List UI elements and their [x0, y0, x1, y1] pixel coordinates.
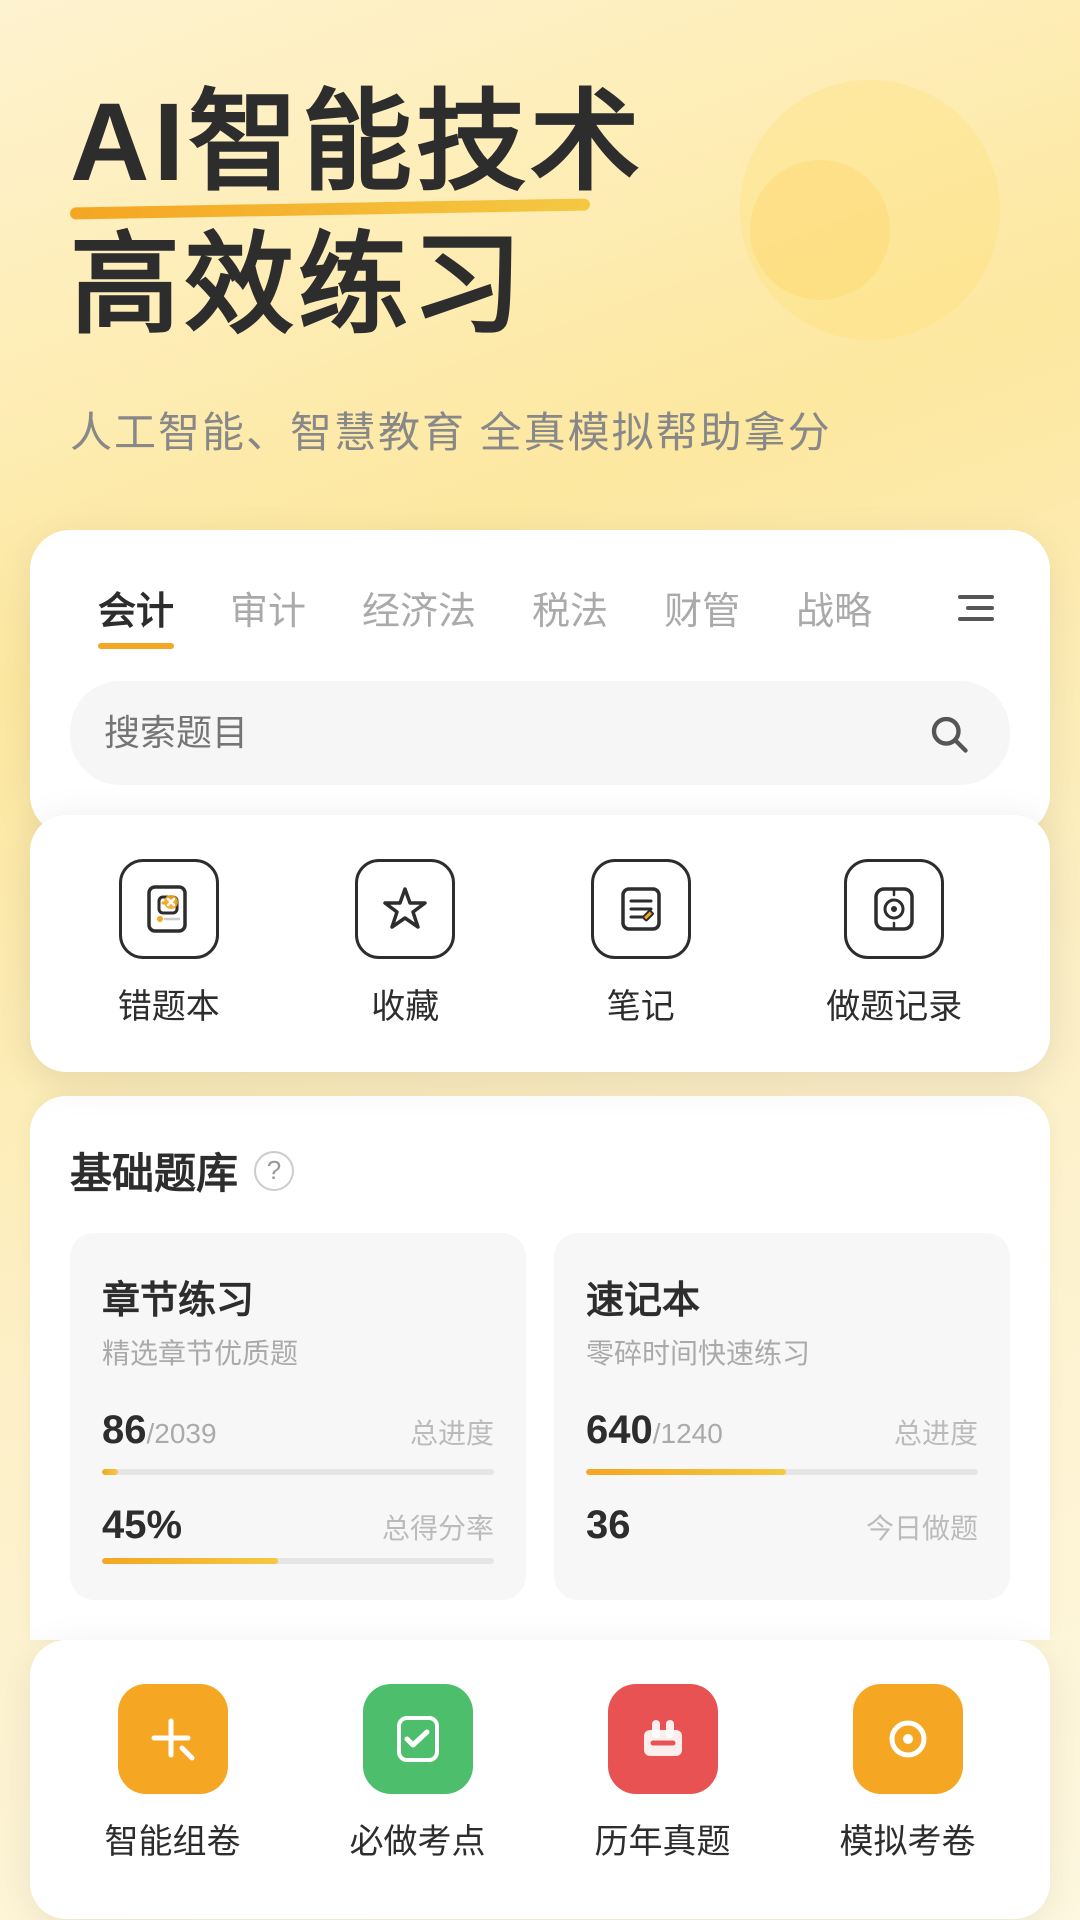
subject-tabs: 会计 审计 经济法 税法 财管 战略	[70, 570, 1010, 645]
hero-title-line2: 高效练习	[70, 223, 1010, 350]
chapter-pct-bar	[102, 1558, 494, 1564]
wrong-icon	[119, 859, 219, 959]
memo-progress-fill	[586, 1469, 786, 1475]
hero-title-line1: AI智能技术	[70, 80, 1010, 207]
chapter-progress-bar	[102, 1469, 494, 1475]
search-bar[interactable]	[70, 681, 1010, 785]
memo-progress-value: 640/1240	[586, 1408, 723, 1453]
action-wrong-book[interactable]: 错题本	[118, 859, 220, 1028]
chapter-title: 章节练习	[102, 1269, 494, 1324]
hero-subtitle: 人工智能、智慧教育 全真模拟帮助拿分	[70, 399, 1010, 460]
action-record[interactable]: 做题记录	[826, 859, 962, 1028]
qbank-section: 基础题库 ? 章节练习 精选章节优质题 86/2039 总进度 45% 总得分率	[30, 1096, 1050, 1640]
action-collect[interactable]: 收藏	[355, 859, 455, 1028]
bottom-actions: 智能组卷 必做考点 历年真题	[30, 1640, 1050, 1919]
hero-section: AI智能技术 高效练习 人工智能、智慧教育 全真模拟帮助拿分	[0, 0, 1080, 500]
action-notes[interactable]: 笔记	[591, 859, 691, 1028]
tab-zhanlue[interactable]: 战略	[768, 570, 900, 645]
must-do-icon	[363, 1684, 473, 1794]
tab-caiguan[interactable]: 财管	[636, 570, 768, 645]
memo-today-label: 今日做题	[866, 1507, 978, 1547]
section-title: 基础题库	[70, 1140, 238, 1201]
tab-shenji[interactable]: 审计	[202, 570, 334, 645]
search-input[interactable]	[104, 712, 904, 754]
tab-kuaiji[interactable]: 会计	[70, 570, 202, 645]
tab-shuifa[interactable]: 税法	[504, 570, 636, 645]
tab-jingjiifa[interactable]: 经济法	[334, 570, 504, 645]
action-must-do[interactable]: 必做考点	[350, 1684, 486, 1863]
action-mock[interactable]: 模拟考卷	[840, 1684, 976, 1863]
mock-label: 模拟考卷	[840, 1814, 976, 1863]
memo-today-row: 36 今日做题	[586, 1503, 978, 1548]
quick-actions-card: 错题本 收藏 笔记	[30, 815, 1050, 1072]
action-compose[interactable]: 智能组卷	[105, 1684, 241, 1863]
notes-label: 笔记	[607, 979, 675, 1028]
chapter-pct-label: 总得分率	[382, 1507, 494, 1547]
qbank-card-memo[interactable]: 速记本 零碎时间快速练习 640/1240 总进度 36 今日做题	[554, 1233, 1010, 1600]
chapter-progress-row: 86/2039 总进度	[102, 1408, 494, 1453]
compose-label: 智能组卷	[105, 1814, 241, 1863]
memo-progress-bar	[586, 1469, 978, 1475]
wrong-book-label: 错题本	[118, 979, 220, 1028]
compose-icon	[118, 1684, 228, 1794]
qbank-card-chapter[interactable]: 章节练习 精选章节优质题 86/2039 总进度 45% 总得分率	[70, 1233, 526, 1600]
memo-sub: 零碎时间快速练习	[586, 1332, 978, 1372]
chapter-progress-label: 总进度	[410, 1412, 494, 1452]
record-icon	[844, 859, 944, 959]
record-label: 做题记录	[826, 979, 962, 1028]
memo-title: 速记本	[586, 1269, 978, 1324]
section-header: 基础题库 ?	[70, 1140, 1010, 1201]
chapter-pct-row: 45% 总得分率	[102, 1503, 494, 1548]
hero-title: AI智能技术 高效练习	[70, 80, 1010, 349]
qbank-cards: 章节练习 精选章节优质题 86/2039 总进度 45% 总得分率 速记本 零碎	[70, 1233, 1010, 1600]
memo-progress-label: 总进度	[894, 1412, 978, 1452]
action-past[interactable]: 历年真题	[595, 1684, 731, 1863]
notes-icon	[591, 859, 691, 959]
memo-today-value: 36	[586, 1503, 631, 1548]
chapter-sub: 精选章节优质题	[102, 1332, 494, 1372]
chapter-progress-fill	[102, 1469, 118, 1475]
chapter-pct-fill	[102, 1558, 278, 1564]
chapter-pct-value: 45%	[102, 1503, 182, 1548]
must-do-label: 必做考点	[350, 1814, 486, 1863]
mock-icon	[853, 1684, 963, 1794]
memo-progress-row: 640/1240 总进度	[586, 1408, 978, 1453]
chapter-progress-value: 86/2039	[102, 1408, 217, 1453]
star-icon	[355, 859, 455, 959]
help-icon[interactable]: ?	[254, 1151, 294, 1191]
tab-menu-button[interactable]	[942, 585, 1010, 631]
collect-label: 收藏	[371, 979, 439, 1028]
past-label: 历年真题	[595, 1814, 731, 1863]
past-icon	[608, 1684, 718, 1794]
search-icon[interactable]	[920, 705, 976, 761]
main-card: 会计 审计 经济法 税法 财管 战略	[30, 530, 1050, 835]
